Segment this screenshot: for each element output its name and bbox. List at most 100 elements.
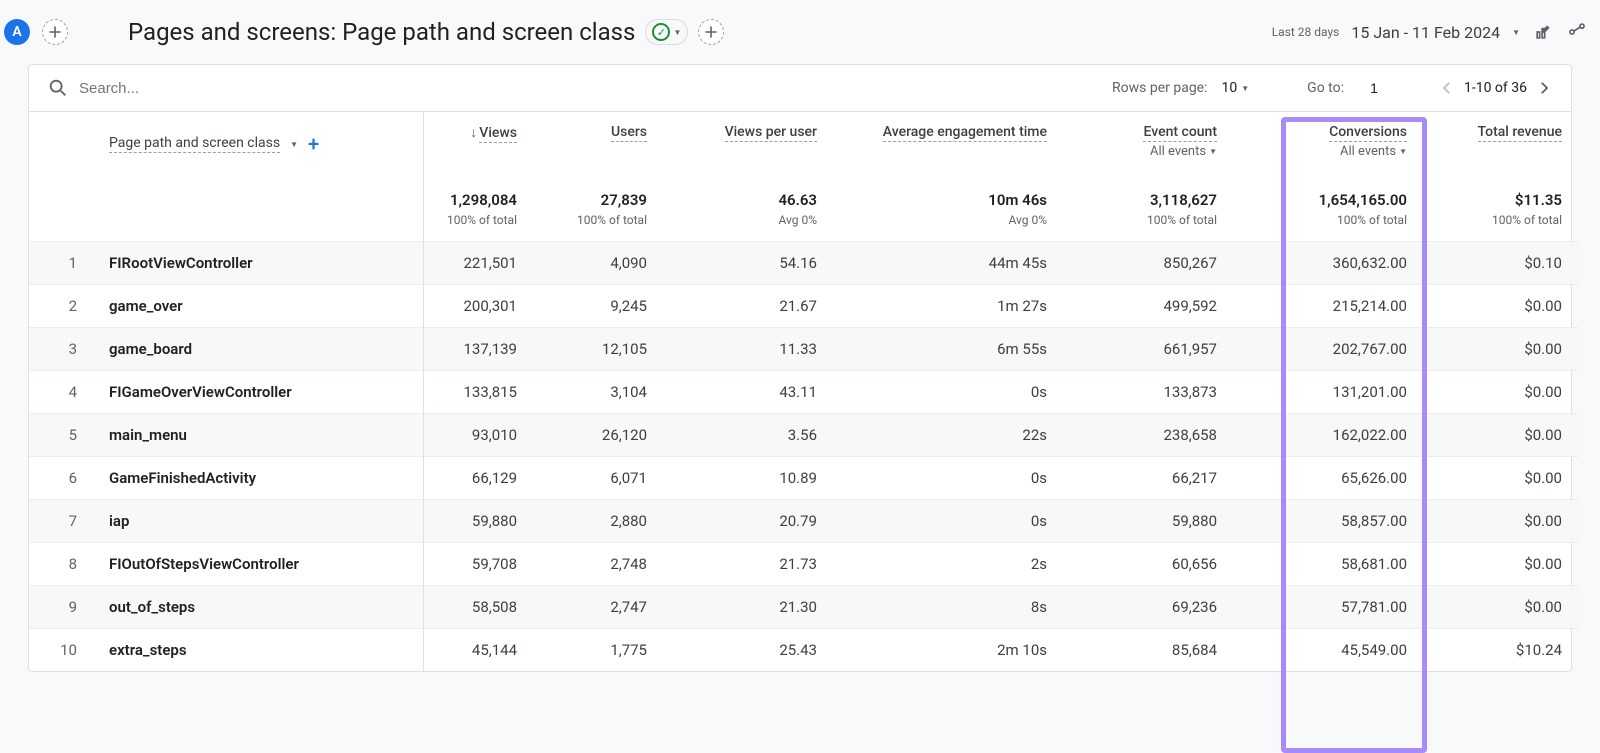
conv-cell: 162,022.00 — [1233, 414, 1423, 457]
ec-cell: 85,684 — [1063, 629, 1233, 672]
rows-per-page-label: Rows per page: — [1112, 80, 1207, 96]
vpu-cell: 43.11 — [663, 371, 833, 414]
rows-per-page-select[interactable]: 10 ▼ — [1222, 80, 1250, 96]
ec-cell: 59,880 — [1063, 500, 1233, 543]
share-button[interactable] — [1566, 21, 1588, 43]
next-page-button[interactable] — [1535, 79, 1553, 97]
chevron-down-icon[interactable]: ▼ — [290, 140, 298, 149]
aet-cell: 8s — [833, 586, 1063, 629]
aet-cell: 22s — [833, 414, 1063, 457]
dimension-cell[interactable]: game_board — [93, 328, 423, 371]
rev-cell: $0.00 — [1423, 371, 1578, 414]
conversions-filter[interactable]: All events▼ — [1340, 144, 1407, 159]
row-number: 3 — [29, 328, 93, 371]
col-avg-engagement[interactable]: Average engagement time — [833, 112, 1063, 171]
verified-pill[interactable]: ✓ ▼ — [645, 19, 688, 45]
conv-cell: 202,767.00 — [1233, 328, 1423, 371]
avatar[interactable]: A — [4, 19, 30, 45]
table-row[interactable]: 9out_of_steps58,5082,74721.308s69,23657,… — [29, 586, 1578, 629]
table-row[interactable]: 5main_menu93,01026,1203.5622s238,658162,… — [29, 414, 1578, 457]
conv-cell: 58,681.00 — [1233, 543, 1423, 586]
views-cell: 221,501 — [423, 242, 533, 285]
dimension-header[interactable]: Page path and screen class — [109, 135, 280, 153]
add-button[interactable] — [42, 19, 68, 45]
edit-chart-button[interactable] — [1532, 21, 1554, 43]
col-views-per-user[interactable]: Views per user — [663, 112, 833, 171]
views-cell: 66,129 — [423, 457, 533, 500]
col-conversions[interactable]: ConversionsAll events▼ — [1233, 112, 1423, 171]
users-cell: 9,245 — [533, 285, 663, 328]
search-icon — [47, 77, 69, 99]
row-number: 2 — [29, 285, 93, 328]
vpu-cell: 21.30 — [663, 586, 833, 629]
chevron-left-icon — [1438, 79, 1456, 97]
conv-cell: 45,549.00 — [1233, 629, 1423, 672]
aet-cell: 0s — [833, 371, 1063, 414]
search-input[interactable] — [79, 80, 339, 97]
aet-cell: 2m 10s — [833, 629, 1063, 672]
ec-cell: 133,873 — [1063, 371, 1233, 414]
check-circle-icon: ✓ — [652, 23, 670, 41]
rev-cell: $0.00 — [1423, 285, 1578, 328]
goto-input[interactable] — [1358, 80, 1390, 97]
table-row[interactable]: 8FIOutOfStepsViewController59,7082,74821… — [29, 543, 1578, 586]
aet-cell: 1m 27s — [833, 285, 1063, 328]
dimension-cell[interactable]: FIRootViewController — [93, 242, 423, 285]
table-row[interactable]: 6GameFinishedActivity66,1296,07110.890s6… — [29, 457, 1578, 500]
row-number: 9 — [29, 586, 93, 629]
dimension-cell[interactable]: game_over — [93, 285, 423, 328]
users-cell: 26,120 — [533, 414, 663, 457]
rev-cell: $0.10 — [1423, 242, 1578, 285]
prev-page-button[interactable] — [1438, 79, 1456, 97]
vpu-cell: 11.33 — [663, 328, 833, 371]
table-row[interactable]: 10extra_steps45,1441,77525.432m 10s85,68… — [29, 629, 1578, 672]
totals-row: 1,298,084 27,839 46.63 10m 46s 3,118,627… — [29, 171, 1578, 213]
dimension-cell[interactable]: FIGameOverViewController — [93, 371, 423, 414]
date-range[interactable]: 15 Jan - 11 Feb 2024 — [1351, 23, 1500, 42]
row-number: 1 — [29, 242, 93, 285]
vpu-cell: 54.16 — [663, 242, 833, 285]
event-count-filter[interactable]: All events▼ — [1150, 144, 1217, 159]
add-secondary-button[interactable] — [698, 19, 724, 45]
edit-chart-icon — [1533, 22, 1553, 42]
rev-cell: $10.24 — [1423, 629, 1578, 672]
data-table: Page path and screen class ▼ + ↓Views Us… — [29, 112, 1578, 671]
ec-cell: 499,592 — [1063, 285, 1233, 328]
users-cell: 3,104 — [533, 371, 663, 414]
rev-cell: $0.00 — [1423, 414, 1578, 457]
table-row[interactable]: 1FIRootViewController221,5014,09054.1644… — [29, 242, 1578, 285]
dimension-cell[interactable]: iap — [93, 500, 423, 543]
table-row[interactable]: 3game_board137,13912,10511.336m 55s661,9… — [29, 328, 1578, 371]
col-views[interactable]: ↓Views — [423, 112, 533, 171]
rev-cell: $0.00 — [1423, 543, 1578, 586]
conv-cell: 215,214.00 — [1233, 285, 1423, 328]
vpu-cell: 21.73 — [663, 543, 833, 586]
conv-cell: 57,781.00 — [1233, 586, 1423, 629]
col-total-revenue[interactable]: Total revenue — [1423, 112, 1578, 171]
table-row[interactable]: 4FIGameOverViewController133,8153,10443.… — [29, 371, 1578, 414]
dimension-cell[interactable]: out_of_steps — [93, 586, 423, 629]
add-dimension-button[interactable]: + — [308, 132, 319, 156]
chevron-down-icon: ▼ — [1209, 147, 1217, 156]
report-card: Rows per page: 10 ▼ Go to: 1-10 of 36 — [28, 64, 1572, 672]
col-event-count[interactable]: Event countAll events▼ — [1063, 112, 1233, 171]
dimension-cell[interactable]: main_menu — [93, 414, 423, 457]
views-cell: 45,144 — [423, 629, 533, 672]
row-number: 5 — [29, 414, 93, 457]
vpu-cell: 20.79 — [663, 500, 833, 543]
table-row[interactable]: 7iap59,8802,88020.790s59,88058,857.00$0.… — [29, 500, 1578, 543]
col-users[interactable]: Users — [533, 112, 663, 171]
ec-cell: 238,658 — [1063, 414, 1233, 457]
dimension-cell[interactable]: FIOutOfStepsViewController — [93, 543, 423, 586]
dimension-cell[interactable]: GameFinishedActivity — [93, 457, 423, 500]
chevron-down-icon[interactable]: ▼ — [1512, 28, 1520, 37]
row-number: 6 — [29, 457, 93, 500]
pagination: 1-10 of 36 — [1438, 79, 1553, 97]
users-cell: 12,105 — [533, 328, 663, 371]
table-row[interactable]: 2game_over200,3019,24521.671m 27s499,592… — [29, 285, 1578, 328]
chevron-right-icon — [1535, 79, 1553, 97]
vpu-cell: 10.89 — [663, 457, 833, 500]
ec-cell: 66,217 — [1063, 457, 1233, 500]
ec-cell: 850,267 — [1063, 242, 1233, 285]
dimension-cell[interactable]: extra_steps — [93, 629, 423, 672]
